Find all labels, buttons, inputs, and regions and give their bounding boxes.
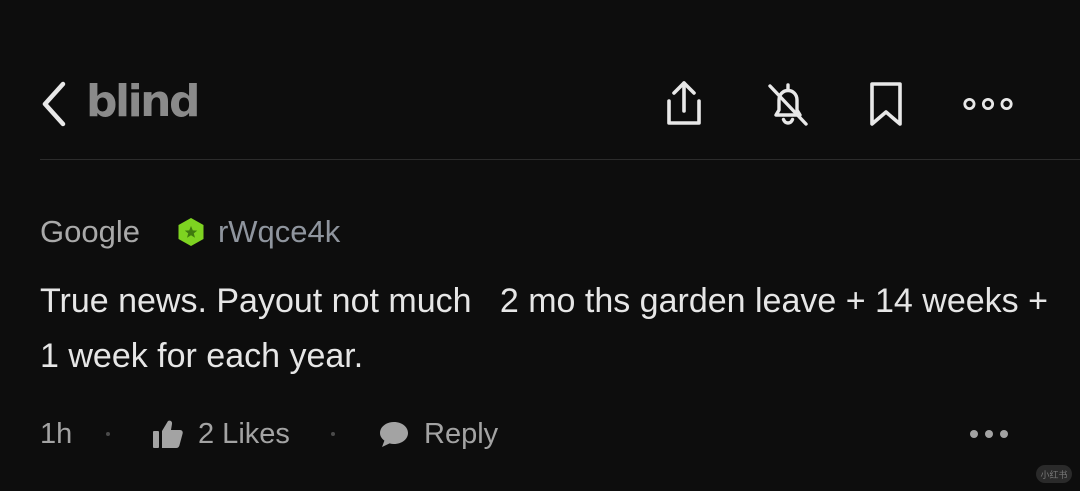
more-options-button[interactable] <box>962 78 1014 130</box>
notifications-toggle-button[interactable] <box>762 78 814 130</box>
verified-hexagon-icon <box>178 218 204 246</box>
comment-author-line: Google rWqce4k <box>40 212 340 252</box>
header-divider <box>40 159 1080 160</box>
author-company[interactable]: Google <box>40 214 140 250</box>
notifications-off-icon <box>768 83 808 126</box>
bookmark-icon <box>870 82 902 126</box>
top-navigation-bar: blind <box>0 0 1080 160</box>
verified-badge <box>176 217 206 247</box>
like-count: 2 Likes <box>198 417 290 450</box>
share-icon <box>667 81 701 125</box>
separator-dot <box>106 432 110 436</box>
comment-more-button[interactable] <box>968 412 1010 456</box>
comment-footer: 1h 2 Likes Reply <box>40 412 1040 456</box>
author-username[interactable]: rWqce4k <box>218 214 340 250</box>
more-horizontal-icon <box>970 430 1008 438</box>
app-logo: blind <box>86 76 200 127</box>
reply-label: Reply <box>424 417 499 450</box>
share-button[interactable] <box>658 78 710 130</box>
watermark-text: 小红书 <box>1040 469 1068 480</box>
comment-bubble-icon <box>380 422 408 447</box>
comment-body: True news. Payout not much 2 mo ths gard… <box>40 282 1058 375</box>
bookmark-button[interactable] <box>860 78 912 130</box>
watermark-logo: 小红书 <box>1036 465 1072 483</box>
back-button[interactable] <box>34 80 74 128</box>
thumbs-up-icon <box>153 420 183 448</box>
like-button[interactable]: 2 Likes <box>152 412 290 456</box>
chevron-left-icon <box>42 81 66 127</box>
more-horizontal-icon <box>963 97 1013 111</box>
separator-dot <box>331 432 335 436</box>
comment-timestamp: 1h <box>40 417 73 450</box>
reply-button[interactable]: Reply <box>378 412 498 456</box>
